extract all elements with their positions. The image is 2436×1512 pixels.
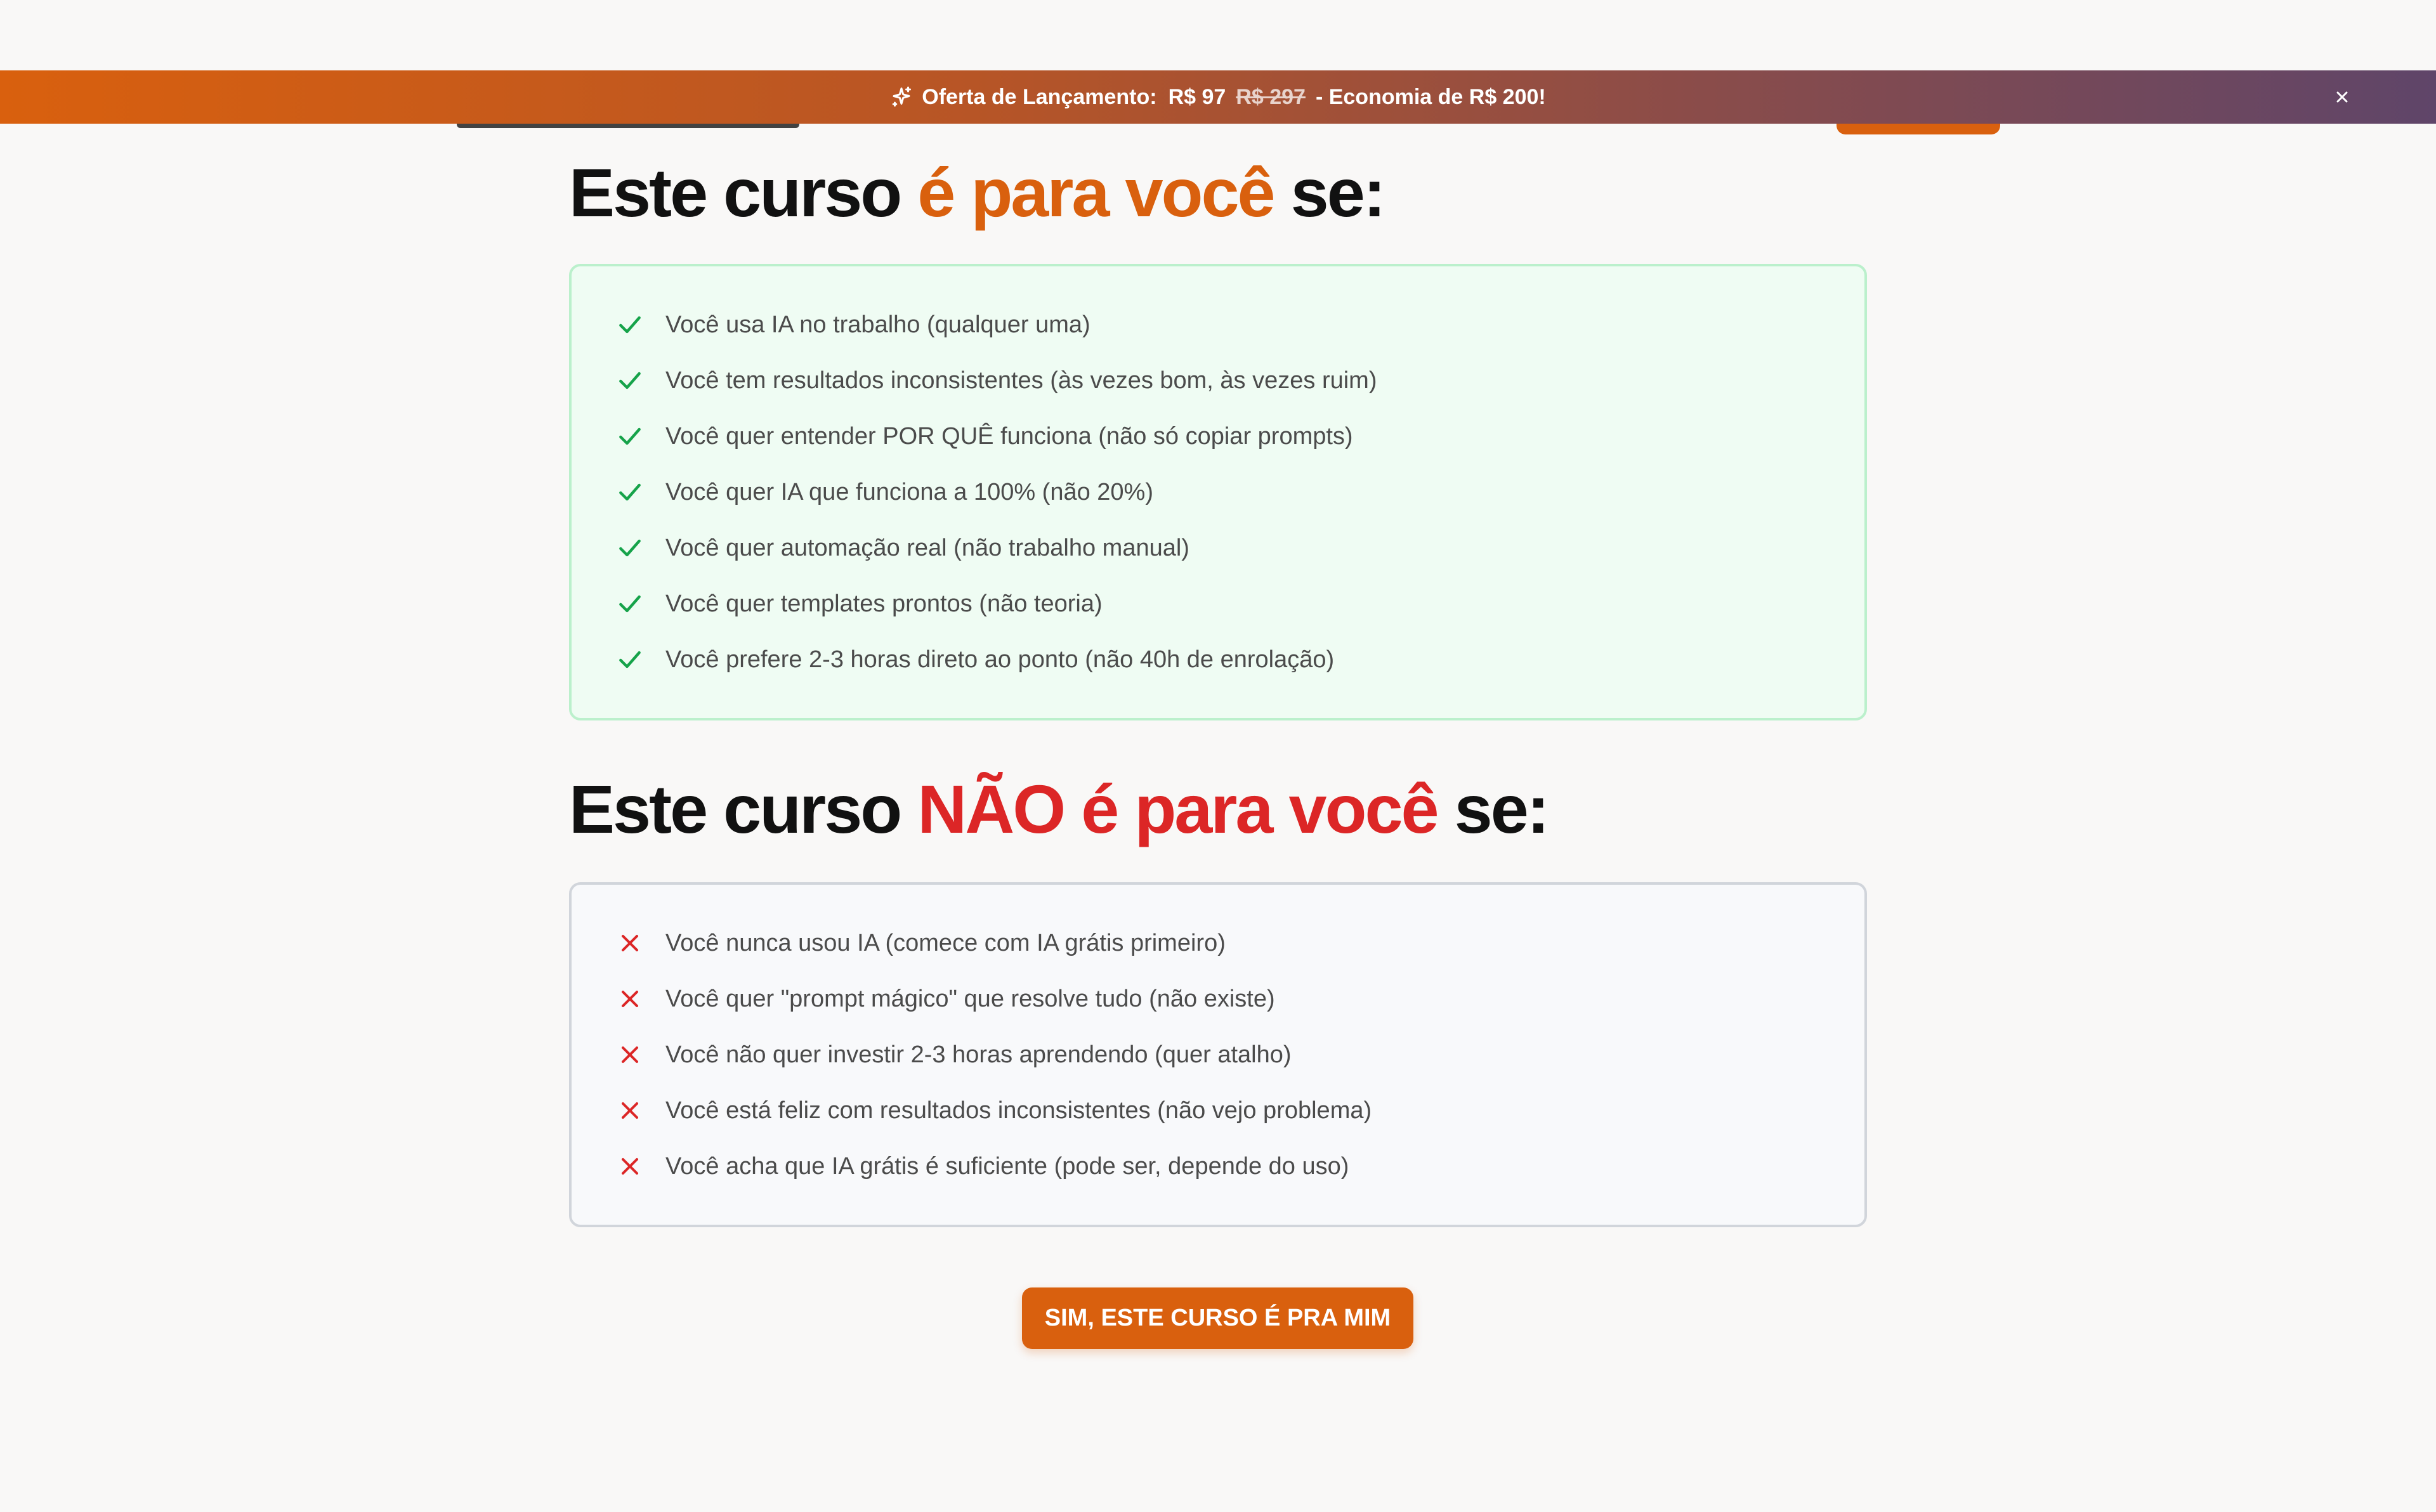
list-item: Você tem resultados inconsistentes (às v…	[616, 362, 1377, 400]
sparkle-icon	[893, 86, 912, 107]
for-you-item-text: Você usa IA no trabalho (qualquer uma)	[665, 311, 1090, 338]
cta-button[interactable]: SIM, ESTE CURSO É PRA MIM	[1022, 1287, 1413, 1349]
x-icon	[621, 934, 639, 952]
promo-close-button[interactable]	[2331, 86, 2354, 108]
for-you-item-text: Você quer IA que funciona a 100% (não 20…	[665, 478, 1153, 505]
for-you-heading-wrap: Este curso é para você se:	[569, 159, 1867, 227]
list-item: Você não quer investir 2-3 horas aprende…	[616, 1036, 1292, 1074]
for-you-item-text: Você prefere 2-3 horas direto ao ponto (…	[665, 646, 1335, 673]
for-you-title-suffix: se:	[1273, 154, 1386, 231]
for-you-item-text: Você tem resultados inconsistentes (às v…	[665, 367, 1377, 394]
not-for-you-list: Você nunca usou IA (comece com IA grátis…	[569, 882, 1867, 1227]
promo-label: Oferta de Lançamento:	[922, 84, 1157, 109]
not-for-you-title-highlight: NÃO é para você	[917, 771, 1439, 847]
not-for-you-title-prefix: Este curso	[569, 771, 918, 847]
for-you-item-text: Você quer automação real (não trabalho m…	[665, 534, 1189, 561]
for-you-title-highlight: é para você	[917, 154, 1275, 231]
check-icon	[619, 427, 641, 445]
x-icon	[621, 1157, 639, 1175]
list-item: Você prefere 2-3 horas direto ao ponto (…	[616, 641, 1334, 679]
check-icon	[619, 595, 641, 613]
not-for-you-item-text: Você quer "prompt mágico" que resolve tu…	[665, 985, 1275, 1012]
for-you-item-text: Você quer templates prontos (não teoria)	[665, 590, 1103, 617]
not-for-you-item-text: Você não quer investir 2-3 horas aprende…	[665, 1041, 1292, 1068]
x-icon	[621, 990, 639, 1008]
x-icon	[621, 1046, 639, 1064]
for-you-title: Este curso é para você se:	[569, 159, 1867, 227]
not-for-you-heading-wrap: Este curso NÃO é para você se:	[569, 775, 1867, 844]
close-icon	[2336, 91, 2348, 103]
check-icon	[619, 651, 641, 668]
not-for-you-title: Este curso NÃO é para você se:	[569, 775, 1867, 844]
promo-banner: Oferta de Lançamento: R$ 97 R$ 297 - Eco…	[0, 70, 2436, 124]
not-for-you-title-suffix: se:	[1437, 771, 1550, 847]
list-item: Você acha que IA grátis é suficiente (po…	[616, 1147, 1349, 1185]
not-for-you-item-text: Você acha que IA grátis é suficiente (po…	[665, 1152, 1349, 1180]
for-you-list: Você usa IA no trabalho (qualquer uma) V…	[569, 264, 1867, 720]
list-item: Você quer templates prontos (não teoria)	[616, 585, 1103, 623]
site-header	[0, 124, 2436, 155]
list-item: Você quer "prompt mágico" que resolve tu…	[616, 980, 1275, 1018]
x-icon	[621, 1102, 639, 1119]
promo-price: R$ 97	[1168, 84, 1226, 109]
list-item: Você quer automação real (não trabalho m…	[616, 529, 1189, 567]
list-item: Você quer entender POR QUÊ funciona (não…	[616, 417, 1353, 455]
list-item: Você quer IA que funciona a 100% (não 20…	[616, 473, 1153, 511]
not-for-you-item-text: Você nunca usou IA (comece com IA grátis…	[665, 929, 1226, 956]
check-icon	[619, 316, 641, 334]
for-you-title-prefix: Este curso	[569, 154, 918, 231]
promo-old-price: R$ 297	[1236, 84, 1306, 109]
check-icon	[619, 483, 641, 501]
not-for-you-item-text: Você está feliz com resultados inconsist…	[665, 1097, 1372, 1124]
check-icon	[619, 372, 641, 389]
list-item: Você usa IA no trabalho (qualquer uma)	[616, 306, 1090, 344]
list-item: Você nunca usou IA (comece com IA grátis…	[616, 924, 1226, 962]
for-you-item-text: Você quer entender POR QUÊ funciona (não…	[665, 422, 1353, 450]
list-item: Você está feliz com resultados inconsist…	[616, 1092, 1372, 1130]
check-icon	[619, 539, 641, 557]
promo-savings: - Economia de R$ 200!	[1315, 84, 1546, 109]
